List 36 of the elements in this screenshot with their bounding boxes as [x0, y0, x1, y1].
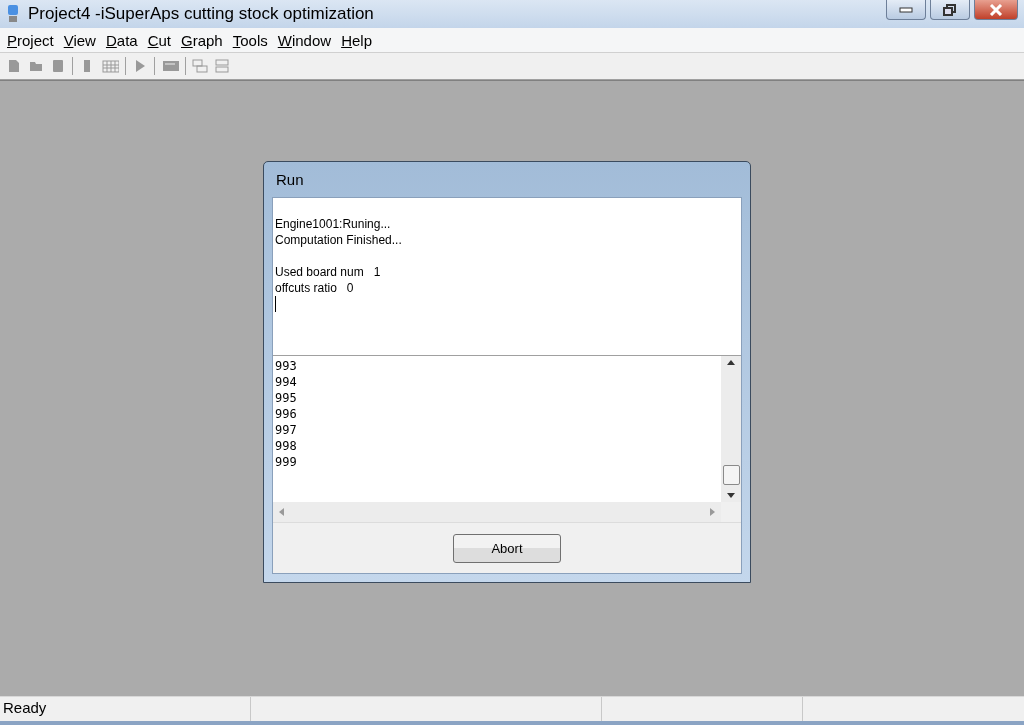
- restore-icon: [943, 3, 957, 16]
- menu-item[interactable]: Tools: [227, 31, 273, 49]
- app-icon: [6, 4, 20, 24]
- close-button[interactable]: [974, 0, 1018, 20]
- log-line: Used board num 1: [275, 264, 382, 280]
- restore-button[interactable]: [930, 0, 970, 20]
- minimize-icon: [899, 6, 913, 13]
- close-icon: [988, 3, 1004, 16]
- window-title: Project4 -iSuperAps cutting stock optimization: [28, 4, 375, 24]
- scroll-right-icon[interactable]: [710, 508, 715, 516]
- menu-item[interactable]: Data: [100, 31, 143, 49]
- log-line: Engine1001:Runing...: [275, 216, 392, 232]
- scroll-left-icon[interactable]: [279, 508, 284, 516]
- dialog-title: Run: [275, 170, 305, 190]
- vertical-scrollbar[interactable]: [721, 356, 741, 502]
- cascade-icon[interactable]: [192, 58, 208, 74]
- menu-item[interactable]: Graph: [176, 31, 228, 49]
- log-text-area[interactable]: Engine1001:Runing... Computation Finished... Used board num 1 offcuts ratio 0: [273, 198, 741, 356]
- menu-item[interactable]: Help: [336, 31, 377, 49]
- scroll-down-icon[interactable]: [727, 493, 735, 498]
- log-line: offcuts ratio 0: [275, 280, 355, 296]
- menu-item[interactable]: Window: [272, 31, 337, 49]
- table-icon[interactable]: [101, 58, 119, 74]
- number-list[interactable]: 993 994 995 996 997 998 999: [273, 356, 721, 502]
- log-line: Computation Finished...: [275, 232, 403, 248]
- scroll-up-icon[interactable]: [727, 360, 735, 365]
- minimize-button[interactable]: [886, 0, 926, 20]
- panel-icon[interactable]: [161, 58, 179, 74]
- scroll-thumb[interactable]: [722, 465, 740, 485]
- menu-item[interactable]: Project: [2, 31, 59, 49]
- horizontal-scrollbar[interactable]: [273, 502, 721, 522]
- menu-item[interactable]: View: [58, 31, 101, 49]
- abort-button[interactable]: Abort: [453, 533, 561, 563]
- new-document-icon[interactable]: [6, 58, 22, 74]
- tile-icon[interactable]: [214, 58, 230, 74]
- menu-item[interactable]: Cut: [142, 31, 176, 49]
